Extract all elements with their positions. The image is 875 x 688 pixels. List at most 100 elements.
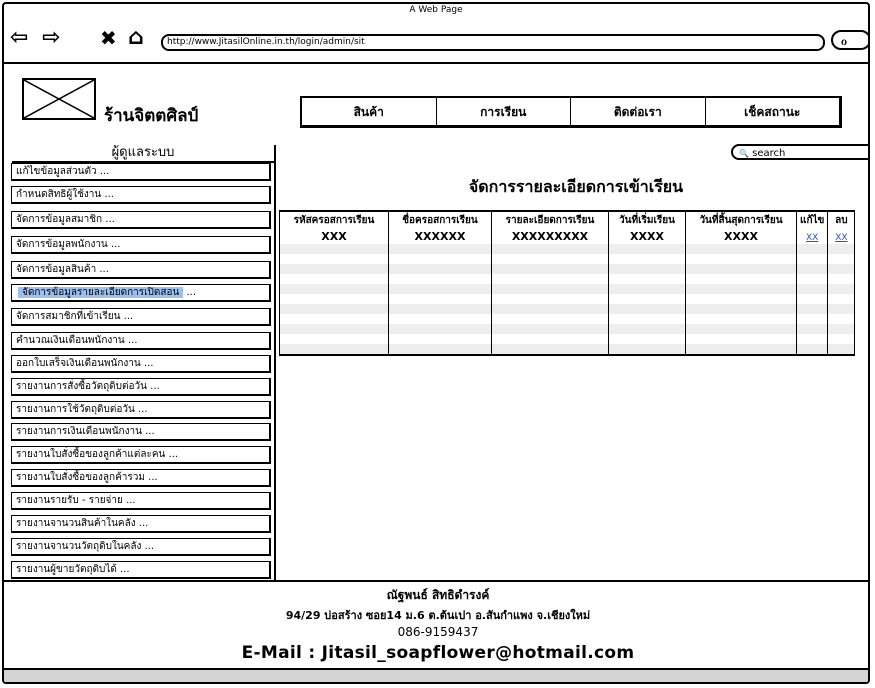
search-input[interactable]: 🔍 search <box>731 144 868 160</box>
sidebar-item[interactable]: รายงานผู้ขายวัตถุดิบได้ ... <box>11 561 271 579</box>
sidebar-item[interactable]: จัดการข้อมูลรายละเอียดการเปิดสอน ... <box>11 284 271 302</box>
edit-link[interactable]: XX <box>806 233 818 243</box>
table-cell-empty <box>685 334 797 344</box>
table-cell-empty <box>608 284 686 294</box>
sidebar-item[interactable]: รายงานใบสั่งซื้อของลูกค้ารวม ... <box>11 469 271 487</box>
table-cell-empty <box>279 264 389 274</box>
sidebar-item[interactable]: รายงานการเงินเดือนพนักงาน ... <box>11 423 271 441</box>
table-cell-empty <box>608 274 686 284</box>
table-cell-empty <box>608 264 686 274</box>
table-cell-empty <box>795 344 829 356</box>
content-divider <box>274 145 276 582</box>
footer-divider <box>4 580 868 582</box>
table-cell-empty <box>685 284 797 294</box>
stop-icon[interactable]: ✖ <box>100 26 117 50</box>
table-row: XXX XXXXXX XXXXXXXXX XXXX XXXX XX XX <box>279 228 856 244</box>
cell-delete: XX <box>827 228 856 244</box>
refresh-icon[interactable]: ℴ <box>831 30 868 50</box>
col-end-date: วันที่สิ้นสุดการเรียน <box>685 210 797 228</box>
table-row-empty <box>279 264 856 274</box>
table-row-empty <box>279 304 856 314</box>
sidebar-item-label: แก้ไขข้อมูลส่วนตัว ... <box>16 166 110 177</box>
sidebar-item[interactable]: กำหนดสิทธิผู้ใช้งาน ... <box>11 186 271 204</box>
sidebar-item-label-selected: จัดการข้อมูลรายละเอียดการเปิดสอน <box>18 287 184 298</box>
nav-item-contact[interactable]: ติดต่อเรา <box>571 98 706 125</box>
table-cell-empty <box>491 314 609 324</box>
sidebar-item-label: รายงานใบสั่งซื้อของลูกค้ารวม ... <box>16 472 158 483</box>
table-cell-empty <box>491 254 609 264</box>
table-cell-empty <box>279 254 389 264</box>
sidebar-item[interactable]: จัดการข้อมูลพนักงาน ... <box>11 236 271 254</box>
sidebar-item[interactable]: รายงานใบสั่งซื้อของลูกค้าแต่ละคน ... <box>11 446 271 464</box>
table-cell-empty <box>827 274 856 284</box>
sidebar-item[interactable]: แก้ไขข้อมูลส่วนตัว ... <box>11 163 271 181</box>
table-cell-empty <box>685 304 797 314</box>
cell-course-code: XXX <box>279 228 389 244</box>
sidebar-item[interactable]: ออกใบเสร็จเงินเดือนพนักงาน ... <box>11 355 271 373</box>
cell-edit: XX <box>795 228 829 244</box>
table-row-empty <box>279 254 856 264</box>
browser-window: A Web Page ⇦ ⇨ ✖ ⌂ http://www.JitasilOnl… <box>2 2 870 684</box>
table-cell-empty <box>279 344 389 356</box>
table-cell-empty <box>608 314 686 324</box>
sidebar-item[interactable]: รายงานการใช้วัตถุดิบต่อวัน ... <box>11 401 271 419</box>
table-cell-empty <box>279 304 389 314</box>
table-cell-empty <box>491 334 609 344</box>
nav-item-check-status[interactable]: เช็คสถานะ <box>706 98 840 125</box>
nav-item-products[interactable]: สินค้า <box>302 98 437 125</box>
sidebar-item[interactable]: คำนวณเงินเดือนพนักงาน ... <box>11 332 271 350</box>
window-title: A Web Page <box>409 5 463 15</box>
table-cell-empty <box>279 244 389 254</box>
table-cell-empty <box>388 244 492 254</box>
table-cell-empty <box>491 264 609 274</box>
table-cell-empty <box>491 324 609 334</box>
table-cell-empty <box>685 264 797 274</box>
footer-email: E-Mail : Jitasil_soapflower@hotmail.com <box>241 643 635 663</box>
table-cell-empty <box>608 344 686 356</box>
col-delete: ลบ <box>827 210 856 228</box>
sidebar-item[interactable]: รายงานรายรับ - รายจ่าย ... <box>11 492 271 510</box>
sidebar-item-label: จัดการข้อมูลสินค้า ... <box>16 264 109 275</box>
sidebar-item-label: รายงานผู้ขายวัตถุดิบได้ ... <box>16 564 130 575</box>
table-cell-empty <box>608 294 686 304</box>
back-icon[interactable]: ⇦ <box>10 26 28 50</box>
cell-start-date: XXXX <box>608 228 686 244</box>
sidebar-title: ผู้ดูแลระบบ <box>111 145 175 160</box>
table-cell-empty <box>827 254 856 264</box>
table-cell-empty <box>685 314 797 324</box>
table-row-empty <box>279 344 856 356</box>
sidebar-item[interactable]: รายงานจานวนสินค้าในคลัง ... <box>11 515 271 533</box>
table-cell-empty <box>491 294 609 304</box>
table-header-row: รหัสครอสการเรียน ชื่อครอสการเรียน รายละเ… <box>279 210 856 228</box>
sidebar-item-label: รายงานใบสั่งซื้อของลูกค้าแต่ละคน ... <box>16 449 179 460</box>
table-row-empty <box>279 244 856 254</box>
table-cell-empty <box>795 334 829 344</box>
table-row-empty <box>279 284 856 294</box>
delete-link[interactable]: XX <box>835 233 847 243</box>
table-cell-empty <box>795 314 829 324</box>
table-cell-empty <box>388 254 492 264</box>
sidebar-item[interactable]: รายงานจานวนวัตถุดิบในคลัง ... <box>11 538 271 556</box>
table-row-empty <box>279 294 856 304</box>
home-icon[interactable]: ⌂ <box>128 26 144 50</box>
forward-icon[interactable]: ⇨ <box>42 26 60 50</box>
cell-end-date: XXXX <box>685 228 797 244</box>
sidebar-item-label: กำหนดสิทธิผู้ใช้งาน ... <box>16 189 114 200</box>
table-cell-empty <box>685 294 797 304</box>
logo-image-placeholder <box>22 78 96 120</box>
address-bar[interactable]: http://www.JitasilOnline.in.th/login/adm… <box>161 34 825 51</box>
sidebar-item[interactable]: รายงานการสั่งซื้อวัตถุดิบต่อวัน ... <box>11 378 271 396</box>
cell-course-name: XXXXXX <box>388 228 492 244</box>
table-cell-empty <box>685 324 797 334</box>
sidebar-item-label: รายงานการใช้วัตถุดิบต่อวัน ... <box>16 404 148 415</box>
table-cell-empty <box>279 274 389 284</box>
sidebar-item[interactable]: จัดการข้อมูลสินค้า ... <box>11 261 271 279</box>
sidebar-item[interactable]: จัดการสมาชิกที่เข้าเรียน ... <box>11 308 271 326</box>
table-cell-empty <box>279 324 389 334</box>
table-cell-empty <box>388 344 492 356</box>
nav-item-courses[interactable]: การเรียน <box>437 98 571 125</box>
table-cell-empty <box>795 244 829 254</box>
table-cell-empty <box>608 324 686 334</box>
sidebar-item[interactable]: จัดการข้อมูลสมาชิก ... <box>11 211 271 229</box>
top-navigation: สินค้า การเรียน ติดต่อเรา เช็คสถานะ <box>300 96 842 128</box>
